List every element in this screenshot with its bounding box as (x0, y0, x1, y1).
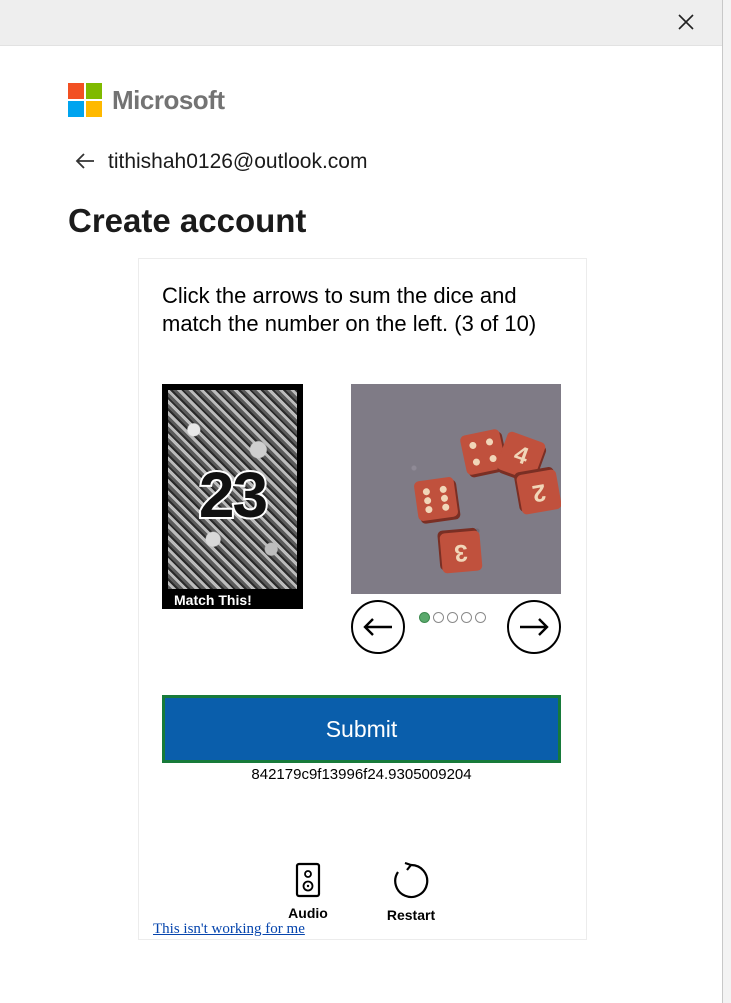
audio-label: Audio (288, 905, 328, 921)
target-label: Match This! (174, 592, 252, 608)
arrow-left-icon (363, 618, 392, 636)
restart-icon (394, 861, 429, 899)
close-icon (678, 14, 694, 30)
restart-button[interactable]: Restart (376, 861, 446, 923)
next-image-button[interactable] (507, 600, 561, 654)
close-button[interactable] (666, 8, 706, 36)
pager-dot (433, 612, 444, 623)
dice-image: 4 2 3 (351, 384, 561, 594)
session-id: 842179c9f13996f24.9305009204 (251, 766, 472, 783)
prev-image-button[interactable] (351, 600, 405, 654)
page-title: Create account (68, 202, 307, 239)
submit-button[interactable]: Submit (162, 695, 561, 763)
die-face-3: 3 (439, 530, 483, 574)
speaker-icon (295, 862, 321, 898)
target-number-card: 23 Match This! (162, 384, 303, 609)
account-email: tithishah0126@outlook.com (108, 150, 368, 173)
target-image: 23 (168, 390, 297, 589)
arrow-left-icon (75, 153, 94, 169)
pager-dot (447, 612, 458, 623)
die (413, 476, 459, 522)
pager-dot-active (419, 612, 430, 623)
image-pager (419, 612, 486, 624)
signup-dialog: Microsoft tithishah0126@outlook.com Crea… (0, 0, 723, 1003)
target-number: 23 (197, 458, 270, 532)
microsoft-logo (68, 83, 102, 117)
die-face-2: 2 (515, 468, 561, 516)
pager-dot (475, 612, 486, 623)
restart-label: Restart (386, 907, 436, 923)
captcha-instructions: Click the arrows to sum the dice and mat… (162, 283, 537, 336)
not-working-link[interactable]: This isn't working for me (153, 920, 305, 938)
pager-dot (461, 612, 472, 623)
arrow-right-icon (520, 618, 549, 636)
audio-button[interactable]: Audio (273, 862, 343, 921)
title-bar (0, 0, 722, 46)
microsoft-wordmark: Microsoft (112, 85, 225, 115)
back-button[interactable] (74, 150, 96, 172)
